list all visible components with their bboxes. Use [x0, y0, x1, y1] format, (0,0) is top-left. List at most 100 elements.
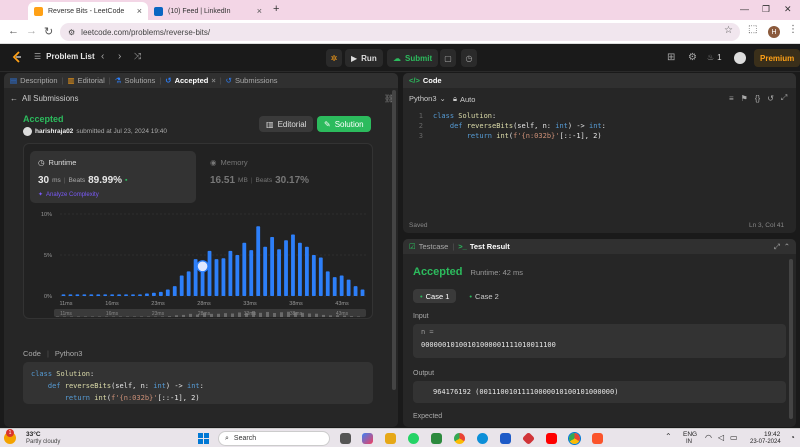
- prev-problem-icon[interactable]: ‹: [101, 51, 104, 62]
- chart-bar[interactable]: [284, 240, 288, 296]
- chart-bar[interactable]: [339, 275, 344, 297]
- battery-icon[interactable]: ▭: [730, 433, 738, 442]
- braces-icon[interactable]: {}: [755, 94, 760, 103]
- chart-bar[interactable]: [298, 242, 302, 296]
- editorial-button[interactable]: ▥ Editorial: [259, 116, 314, 132]
- wifi-icon[interactable]: ◠: [705, 433, 712, 442]
- runtime-card[interactable]: ◷ Runtime 30 ms | Beats 89.99% ▪ ✦ Analy…: [30, 151, 196, 203]
- file-explorer-icon[interactable]: [385, 433, 396, 444]
- left-panel-scrollbar[interactable]: [392, 90, 396, 390]
- bookmark-star-icon[interactable]: ☆: [724, 25, 733, 36]
- browser-tab-leetcode[interactable]: Reverse Bits - LeetCode ×: [28, 2, 148, 20]
- solution-button[interactable]: ✎ Solution: [317, 116, 371, 132]
- chart-bar[interactable]: [103, 294, 108, 296]
- expand-icon[interactable]: ⤢: [774, 242, 780, 252]
- chart-bar[interactable]: [89, 294, 94, 296]
- close-icon[interactable]: ×: [211, 76, 215, 85]
- chart-bar[interactable]: [186, 271, 191, 296]
- brave-icon[interactable]: [592, 433, 603, 444]
- close-window-icon[interactable]: ✕: [784, 4, 792, 15]
- chart-bar[interactable]: [353, 286, 358, 296]
- user-avatar[interactable]: [734, 52, 746, 64]
- input-box[interactable]: n = 00000010100101000001111010011100: [413, 324, 786, 358]
- close-icon[interactable]: ×: [257, 6, 262, 16]
- chart-bar[interactable]: [270, 236, 275, 296]
- chart-bar[interactable]: [207, 250, 212, 296]
- chart-bar[interactable]: [61, 294, 66, 296]
- shuffle-icon[interactable]: ⤨: [134, 51, 141, 62]
- auto-mode-toggle[interactable]: 🔒︎ Auto: [453, 94, 475, 104]
- bookmark-icon[interactable]: ⚑: [741, 94, 748, 103]
- task-view-icon[interactable]: [340, 433, 351, 444]
- tab-code[interactable]: </> Code: [409, 76, 442, 85]
- edge-icon[interactable]: [477, 433, 488, 444]
- chart-bar[interactable]: [332, 277, 337, 296]
- analyze-complexity-link[interactable]: ✦ Analyze Complexity: [38, 191, 99, 199]
- next-problem-icon[interactable]: ›: [118, 51, 121, 62]
- input-language[interactable]: ENG: [683, 431, 697, 438]
- submit-button[interactable]: ☁ Submit: [387, 49, 439, 67]
- code-editor[interactable]: 1 class Solution: 2 def reverseBits(self,…: [409, 111, 606, 141]
- chart-bar[interactable]: [124, 294, 128, 296]
- chart-bar[interactable]: [263, 246, 268, 296]
- chart-bar[interactable]: [221, 258, 226, 296]
- case-2-tab[interactable]: • Case 2: [462, 289, 505, 303]
- close-icon[interactable]: ×: [137, 6, 142, 16]
- chart-bar[interactable]: [214, 259, 219, 296]
- tray-chevron-up-icon[interactable]: ⌃: [665, 432, 672, 441]
- user-avatar[interactable]: [23, 127, 32, 136]
- chart-bar[interactable]: [256, 226, 261, 296]
- clock-time[interactable]: 19:42: [764, 431, 780, 438]
- tab-submissions[interactable]: ↺ Submissions: [226, 76, 278, 85]
- copilot-icon[interactable]: [362, 433, 373, 444]
- chart-bar[interactable]: [117, 294, 122, 296]
- username-link[interactable]: harishraja02: [35, 128, 73, 135]
- store-icon[interactable]: [500, 433, 511, 444]
- tab-solutions[interactable]: ⚗ Solutions: [115, 76, 156, 85]
- chart-bar[interactable]: [179, 275, 184, 297]
- chart-bar[interactable]: [291, 234, 295, 297]
- chart-bar[interactable]: [68, 294, 73, 296]
- tab-editorial[interactable]: ▥ Editorial: [68, 76, 105, 85]
- all-submissions-link[interactable]: ← All Submissions: [10, 94, 78, 103]
- chart-bar[interactable]: [228, 250, 233, 296]
- chart-bar[interactable]: [242, 242, 247, 296]
- browser-menu-icon[interactable]: ⋮: [788, 24, 798, 35]
- chart-bar[interactable]: [165, 289, 170, 296]
- case-1-tab[interactable]: • Case 1: [413, 289, 457, 303]
- reset-icon[interactable]: ↺: [767, 94, 774, 103]
- taskbar-search[interactable]: ⌕ Search: [218, 431, 330, 446]
- chart-bar[interactable]: [346, 279, 351, 296]
- photos-icon[interactable]: [431, 433, 442, 444]
- new-tab-button[interactable]: +: [273, 3, 279, 15]
- streak-counter[interactable]: ♨ 1: [707, 53, 722, 62]
- notes-icon[interactable]: ▢: [440, 49, 456, 67]
- maximize-icon[interactable]: ❐: [762, 4, 770, 15]
- whatsapp-icon[interactable]: [408, 433, 419, 444]
- run-button[interactable]: ▶ Run: [345, 49, 383, 67]
- chart-bar[interactable]: [110, 294, 115, 296]
- url-input[interactable]: ⚙ leetcode.com/problems/reverse-bits/: [60, 23, 740, 41]
- chart-bar[interactable]: [158, 291, 163, 296]
- debug-icon[interactable]: ✲: [326, 49, 342, 67]
- tab-test-result[interactable]: >_ Test Result: [458, 242, 509, 251]
- leetcode-logo-icon[interactable]: [10, 50, 24, 64]
- chart-bar[interactable]: [96, 294, 101, 296]
- chart-bar[interactable]: [131, 294, 135, 296]
- memory-card[interactable]: ◉ Memory 16.51 MB | Beats 30.17%: [204, 151, 364, 203]
- notifications-bell-icon[interactable]: ◔: [790, 433, 795, 442]
- chart-bar[interactable]: [360, 289, 365, 296]
- runtime-distribution-chart[interactable]: 10% 5% 0% 11ms 16ms 23ms 28ms 33ms 38ms 43ms 11ms 1…: [24, 206, 374, 318]
- chart-bar[interactable]: [304, 246, 309, 296]
- timer-icon[interactable]: ◷: [461, 49, 477, 67]
- chart-bar[interactable]: [138, 294, 142, 296]
- chart-bar[interactable]: [172, 286, 177, 296]
- tab-description[interactable]: ▤ Description: [10, 76, 58, 85]
- chrome-icon[interactable]: [454, 433, 465, 444]
- problem-list-button[interactable]: ☰ Problem List: [34, 52, 95, 61]
- extensions-icon[interactable]: ⬚: [748, 24, 757, 35]
- language-selector[interactable]: Python3 ⌄: [409, 94, 446, 103]
- browser-tab-linkedin[interactable]: (10) Feed | LinkedIn ×: [148, 2, 268, 20]
- chart-bar[interactable]: [235, 255, 240, 296]
- chevron-up-icon[interactable]: ⌃: [784, 242, 790, 251]
